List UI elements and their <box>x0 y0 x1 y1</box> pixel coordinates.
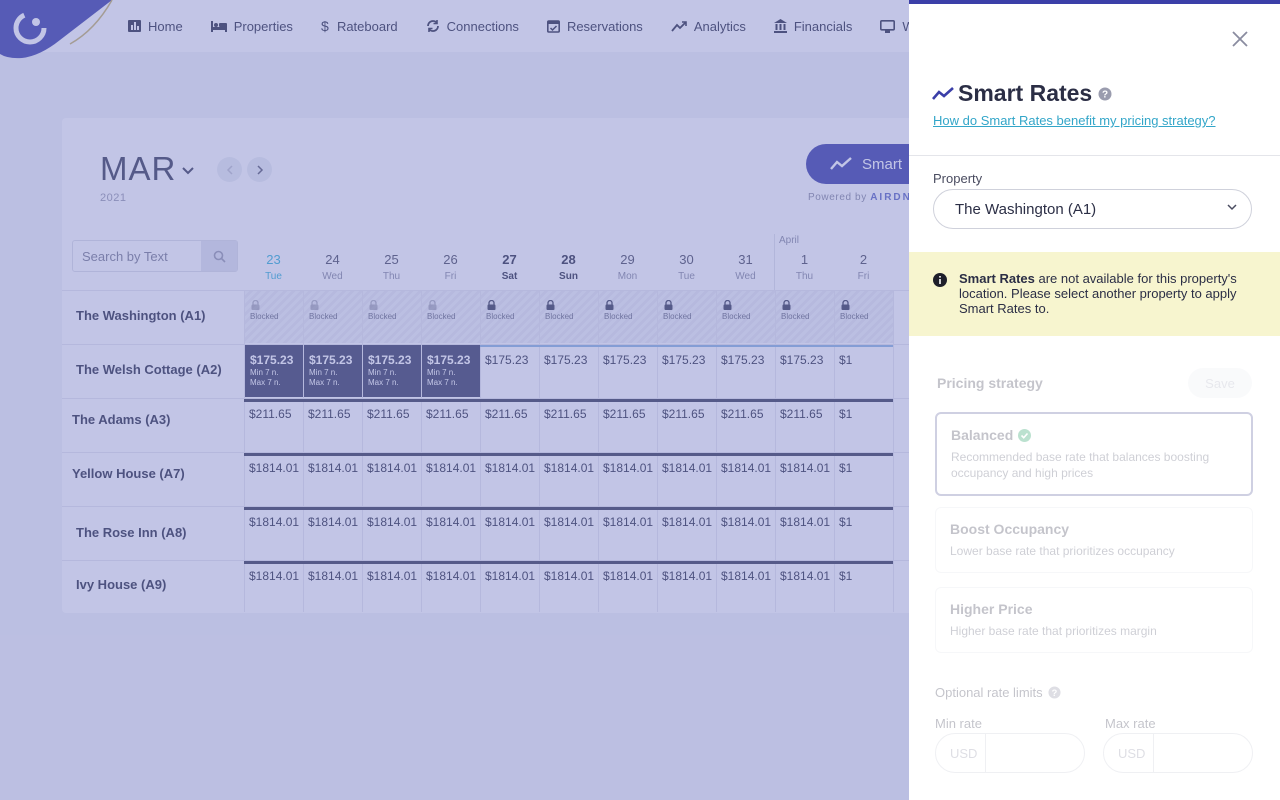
strategy-option-title: Balanced <box>951 427 1237 443</box>
smart-rates-panel: Smart Rates ? How do Smart Rates benefit… <box>909 0 1280 800</box>
panel-title: Smart Rates ? <box>932 80 1112 107</box>
divider <box>909 155 1280 156</box>
panel-accent-bar <box>909 0 1280 4</box>
close-icon <box>1232 31 1248 47</box>
max-rate-input[interactable]: USD <box>1103 733 1253 773</box>
panel-title-text: Smart Rates <box>958 80 1093 106</box>
strategy-title-text: Higher Price <box>950 601 1033 617</box>
strategy-option-balanced[interactable]: Balanced Recommended base rate that balan… <box>935 412 1253 496</box>
strategy-option-boost-occupancy[interactable]: Boost Occupancy Lower base rate that prio… <box>935 507 1253 573</box>
strategy-option-description: Higher base rate that prioritizes margin <box>950 624 1157 638</box>
help-icon[interactable]: ? <box>1098 87 1112 101</box>
rate-limits-text: Optional rate limits <box>935 685 1043 700</box>
strategy-option-title: Boost Occupancy <box>950 521 1238 537</box>
smart-rates-info-link[interactable]: How do Smart Rates benefit my pricing st… <box>933 113 1216 128</box>
modal-backdrop[interactable] <box>0 0 909 800</box>
close-button[interactable] <box>1231 30 1251 50</box>
pricing-strategy-label: Pricing strategy <box>937 375 1043 391</box>
property-select[interactable]: The Washington (A1) <box>933 189 1252 229</box>
strategy-title-text: Balanced <box>951 427 1014 443</box>
strategy-title-text: Boost Occupancy <box>950 521 1070 537</box>
svg-text:?: ? <box>1102 89 1108 100</box>
warning-banner: Smart Rates are not available for this p… <box>909 252 1280 336</box>
trend-icon <box>932 86 954 100</box>
strategy-option-title: Higher Price <box>950 601 1238 617</box>
strategy-option-description: Recommended base rate that balances boos… <box>951 450 1210 480</box>
warning-bold: Smart Rates <box>959 271 1035 286</box>
currency-prefix: USD <box>936 734 986 772</box>
property-select-value: The Washington (A1) <box>955 200 1097 218</box>
help-icon[interactable]: ? <box>1048 686 1061 699</box>
min-rate-label: Min rate <box>935 716 982 731</box>
strategy-option-description: Lower base rate that prioritizes occupan… <box>950 544 1175 558</box>
strategy-option-higher-price[interactable]: Higher Price Higher base rate that priori… <box>935 587 1253 653</box>
max-rate-label: Max rate <box>1105 716 1156 731</box>
check-circle-icon <box>1013 428 1032 442</box>
info-icon <box>933 273 947 287</box>
chevron-down-icon <box>1227 204 1237 211</box>
currency-prefix: USD <box>1104 734 1154 772</box>
rate-limits-label: Optional rate limits ? <box>935 685 1061 700</box>
min-rate-input[interactable]: USD <box>935 733 1085 773</box>
property-label: Property <box>933 171 983 186</box>
save-button[interactable]: Save <box>1188 368 1252 398</box>
warning-text: Smart Rates are not available for this p… <box>959 271 1259 316</box>
svg-text:?: ? <box>1051 688 1057 698</box>
